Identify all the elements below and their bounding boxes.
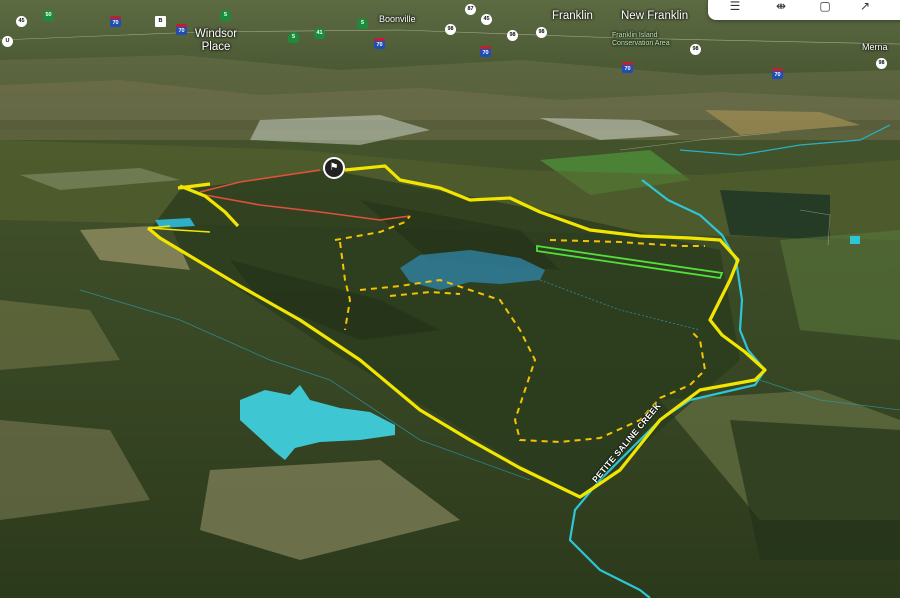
franklin-island-label: Franklin Island Conservation Area	[612, 32, 670, 47]
interstate-shield: 70	[622, 62, 633, 73]
franklin-label: Franklin	[552, 10, 593, 22]
route-shield: 45	[481, 14, 492, 25]
route-shield: 98	[536, 27, 547, 38]
interstate-shield: 70	[110, 16, 121, 27]
route-shield: U	[2, 36, 13, 47]
interstate-shield: 70	[176, 24, 187, 35]
interstate-shield: 70	[480, 46, 491, 57]
terrain-layer	[0, 0, 900, 598]
route-shield: 50	[43, 10, 54, 21]
new-franklin-label: New Franklin	[621, 10, 689, 22]
interstate-shield: 70	[374, 38, 385, 49]
ruler-icon[interactable]: ⇼	[774, 0, 788, 13]
route-shield: 5	[357, 18, 368, 29]
map-view[interactable]: Windsor Place Boonville Franklin New Fra…	[0, 0, 900, 598]
flag-marker-icon[interactable]: ⚑	[323, 157, 345, 179]
map-toolbar: ☰ ⇼ ▢ ↗	[708, 0, 900, 20]
route-shield: 98	[445, 24, 456, 35]
route-shield: 5	[220, 10, 231, 21]
share-icon[interactable]: ↗	[858, 0, 872, 13]
layers-icon[interactable]: ☰	[728, 0, 742, 13]
route-shield: 98	[507, 30, 518, 41]
boonville-label: Boonville	[379, 14, 416, 24]
route-shield: 45	[16, 16, 27, 27]
windsor-place-label: Windsor Place	[194, 28, 238, 53]
route-shield: 41	[314, 28, 325, 39]
route-shield: B	[155, 16, 166, 27]
route-shield: 98	[690, 44, 701, 55]
interstate-shield: 70	[772, 68, 783, 79]
square-icon[interactable]: ▢	[818, 0, 832, 13]
route-shield: 87	[465, 4, 476, 15]
route-shield: 98	[876, 58, 887, 69]
route-shield: 5	[288, 32, 299, 43]
merna-label: Merna	[862, 42, 888, 52]
